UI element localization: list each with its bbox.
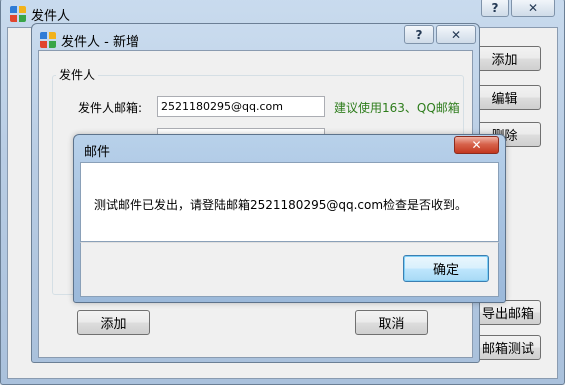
message-text: 测试邮件已发出，请登陆邮箱2521180295@qq.com检查是否收到。	[94, 198, 468, 212]
close-icon: ✕	[471, 138, 482, 152]
dialog-cancel-button[interactable]: 取消	[355, 310, 428, 335]
message-box-close-button[interactable]: ✕	[454, 136, 499, 154]
email-hint: 建议使用163、QQ邮箱	[334, 101, 460, 115]
main-close-button[interactable]: ✕	[511, 0, 555, 17]
dialog-add-button[interactable]: 添加	[77, 310, 150, 335]
help-icon: ?	[491, 0, 499, 15]
main-window-title: 发件人	[31, 9, 71, 24]
close-icon: ✕	[527, 0, 539, 15]
app-icon	[10, 6, 26, 22]
ok-button[interactable]: 确定	[403, 255, 489, 282]
email-label: 发件人邮箱:	[78, 101, 143, 115]
help-icon: ?	[415, 27, 423, 42]
dialog-help-button[interactable]: ?	[404, 25, 434, 44]
main-help-button[interactable]: ?	[481, 0, 509, 17]
message-box-title: 邮件	[84, 145, 111, 160]
dialog-app-icon	[40, 32, 56, 48]
email-input[interactable]: 2521180295@qq.com	[157, 96, 325, 117]
close-icon: ✕	[450, 27, 462, 42]
sender-group-title: 发件人	[56, 66, 99, 83]
dialog-close-button[interactable]: ✕	[436, 25, 476, 44]
dialog-title: 发件人 - 新增	[61, 35, 139, 50]
